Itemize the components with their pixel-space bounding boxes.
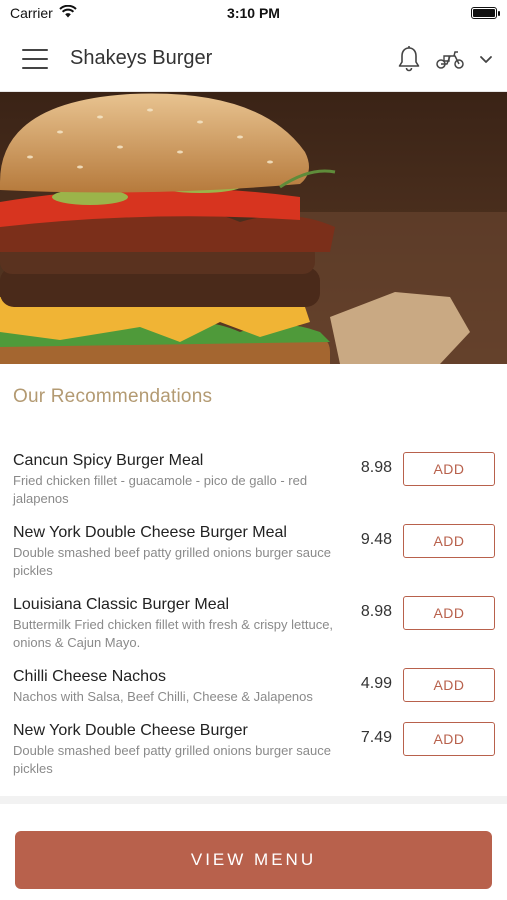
item-text: Cancun Spicy Burger Meal Fried chicken f… — [13, 450, 348, 522]
bell-icon[interactable] — [397, 45, 421, 73]
item-description: Double smashed beef patty grilled onions… — [13, 743, 331, 776]
view-menu-button[interactable]: VIEW MENU — [15, 831, 492, 889]
section-divider — [0, 796, 507, 804]
section-title: Our Recommendations — [13, 386, 213, 407]
hero-image — [0, 92, 507, 364]
list-item[interactable]: Louisiana Classic Burger Meal Buttermilk… — [0, 594, 507, 666]
item-price: 4.99 — [360, 675, 392, 692]
item-name: Chilli Cheese Nachos — [13, 668, 166, 685]
item-description: Buttermilk Fried chicken fillet with fre… — [13, 617, 334, 650]
item-price: 8.98 — [360, 459, 392, 476]
status-bar: Carrier 3:10 PM — [0, 0, 507, 26]
list-item[interactable]: Cancun Spicy Burger Meal Fried chicken f… — [0, 450, 507, 522]
chevron-down-icon[interactable] — [479, 54, 493, 64]
menu-icon[interactable] — [22, 48, 48, 69]
battery-icon — [471, 7, 500, 19]
app-header: Shakeys Burger — [0, 26, 507, 92]
item-text: Louisiana Classic Burger Meal Buttermilk… — [13, 594, 348, 666]
item-price: 8.98 — [360, 603, 392, 620]
add-button[interactable]: ADD — [403, 452, 495, 486]
item-description: Double smashed beef patty grilled onions… — [13, 545, 331, 578]
carrier-label: Carrier — [10, 5, 53, 21]
status-left: Carrier — [10, 4, 77, 21]
add-button[interactable]: ADD — [403, 668, 495, 702]
add-button[interactable]: ADD — [403, 722, 495, 756]
item-name: New York Double Cheese Burger Meal — [13, 524, 287, 541]
burger-photo — [0, 92, 507, 364]
page-title: Shakeys Burger — [70, 47, 213, 69]
item-name: Louisiana Classic Burger Meal — [13, 596, 230, 613]
item-description: Nachos with Salsa, Beef Chilli, Cheese &… — [13, 689, 313, 704]
scooter-icon[interactable] — [435, 48, 465, 70]
item-text: New York Double Cheese Burger Double sma… — [13, 720, 348, 792]
list-item[interactable]: New York Double Cheese Burger Meal Doubl… — [0, 522, 507, 594]
item-description: Fried chicken fillet - guacamole - pico … — [13, 473, 308, 506]
item-price: 7.49 — [360, 729, 392, 746]
wifi-icon — [59, 4, 77, 21]
list-item[interactable]: Chilli Cheese Nachos Nachos with Salsa, … — [0, 666, 507, 720]
list-item[interactable]: New York Double Cheese Burger Double sma… — [0, 720, 507, 792]
item-text: New York Double Cheese Burger Meal Doubl… — [13, 522, 348, 594]
header-actions — [397, 45, 493, 73]
recommendations-list: Cancun Spicy Burger Meal Fried chicken f… — [0, 450, 507, 792]
item-name: New York Double Cheese Burger — [13, 722, 248, 739]
item-text: Chilli Cheese Nachos Nachos with Salsa, … — [13, 666, 348, 720]
add-button[interactable]: ADD — [403, 596, 495, 630]
add-button[interactable]: ADD — [403, 524, 495, 558]
item-price: 9.48 — [360, 531, 392, 548]
item-name: Cancun Spicy Burger Meal — [13, 452, 204, 469]
